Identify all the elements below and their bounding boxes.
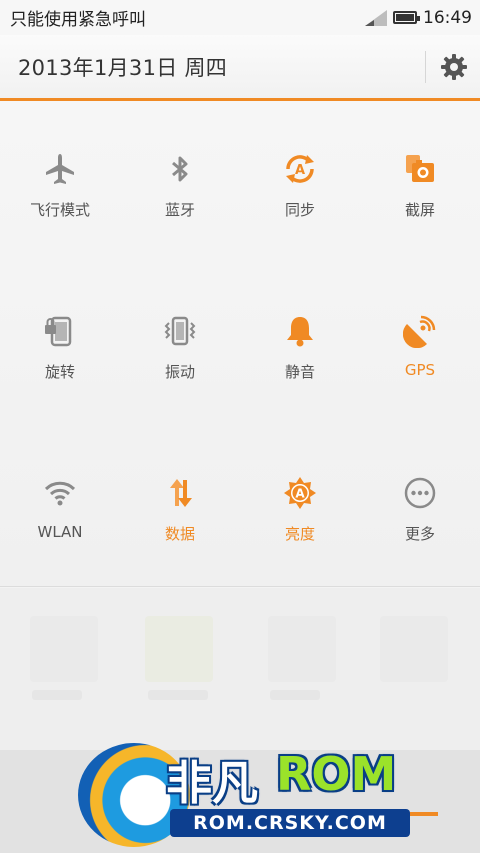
toggle-bluetooth[interactable]: 蓝牙 bbox=[120, 141, 240, 303]
status-bar: 只能使用紧急呼叫 16:49 bbox=[0, 0, 480, 35]
battery-fill bbox=[396, 14, 414, 21]
toggle-label: 旋转 bbox=[44, 363, 75, 381]
toggle-label: 蓝牙 bbox=[164, 201, 195, 219]
faded-app-tile bbox=[145, 616, 213, 682]
watermark-url: ROM.CRSKY.COM bbox=[170, 809, 410, 837]
date-text[interactable]: 2013年1月31日 周四 bbox=[18, 52, 227, 82]
toggle-label: GPS bbox=[404, 361, 436, 379]
toggle-label: 静音 bbox=[284, 363, 315, 381]
screenshot-icon bbox=[406, 155, 434, 182]
rotation-lock-icon bbox=[45, 316, 72, 347]
toggle-label: 飞行模式 bbox=[29, 201, 90, 219]
gear-icon[interactable] bbox=[440, 53, 468, 81]
gps-icon bbox=[403, 315, 436, 348]
toggle-label: 振动 bbox=[164, 363, 195, 381]
wifi-icon bbox=[44, 481, 76, 506]
toggle-gps[interactable]: GPS bbox=[360, 303, 480, 465]
toggle-label: 同步 bbox=[284, 201, 315, 219]
sync-icon: A bbox=[286, 155, 314, 183]
more-icon bbox=[404, 477, 436, 509]
svg-text:A: A bbox=[295, 163, 305, 178]
toggle-label: 截屏 bbox=[404, 201, 435, 219]
bell-icon bbox=[287, 317, 313, 347]
quick-toggle-panel: 飞行模式 蓝牙 A 同步 截屏 旋转 振动 静音 GPS WLAN 数据 A 亮… bbox=[0, 101, 480, 587]
watermark-title: 非凡 bbox=[166, 756, 258, 810]
battery-icon bbox=[393, 11, 420, 24]
toggle-sync[interactable]: A 同步 bbox=[240, 141, 360, 303]
faded-app-label bbox=[148, 690, 208, 700]
toggle-silent[interactable]: 静音 bbox=[240, 303, 360, 465]
toggle-label: 亮度 bbox=[284, 525, 315, 543]
carrier-text: 只能使用紧急呼叫 bbox=[10, 10, 146, 30]
brightness-icon: A bbox=[284, 477, 316, 509]
status-icons: 16:49 bbox=[365, 8, 472, 28]
header-divider bbox=[425, 51, 426, 83]
toggle-label: WLAN bbox=[37, 523, 83, 541]
watermark-logo: 非凡 ROM ROM.CRSKY.COM bbox=[70, 735, 430, 850]
faded-app-tile bbox=[30, 616, 98, 682]
toggle-label: 更多 bbox=[404, 525, 435, 543]
vibrate-icon bbox=[164, 316, 196, 346]
watermark-title-rom: ROM bbox=[276, 747, 397, 801]
toggle-airplane-mode[interactable]: 飞行模式 bbox=[0, 141, 120, 303]
toggle-screenshot[interactable]: 截屏 bbox=[360, 141, 480, 303]
notification-header: 2013年1月31日 周四 bbox=[0, 35, 480, 98]
clock: 16:49 bbox=[423, 7, 472, 28]
bluetooth-icon bbox=[172, 156, 188, 182]
airplane-icon bbox=[46, 154, 74, 184]
toggle-vibrate[interactable]: 振动 bbox=[120, 303, 240, 465]
signal-icon bbox=[365, 9, 387, 26]
faded-app-label bbox=[32, 690, 82, 700]
faded-app-tile bbox=[380, 616, 448, 682]
faded-app-tile bbox=[268, 616, 336, 682]
toggle-label: 数据 bbox=[164, 525, 195, 543]
toggle-rotation[interactable]: 旋转 bbox=[0, 303, 120, 465]
toggle-grid: 飞行模式 蓝牙 A 同步 截屏 旋转 振动 静音 GPS WLAN 数据 A 亮… bbox=[0, 141, 480, 627]
svg-text:A: A bbox=[295, 487, 305, 501]
data-icon bbox=[170, 479, 192, 507]
faded-app-label bbox=[270, 690, 320, 700]
